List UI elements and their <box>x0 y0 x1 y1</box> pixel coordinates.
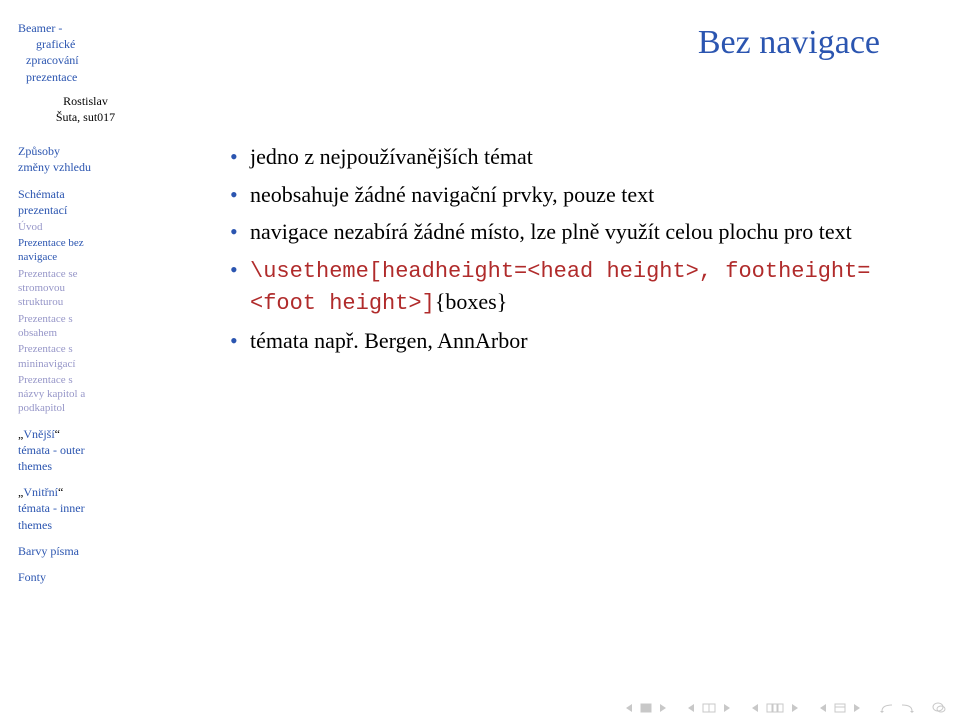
next-frame-icon[interactable] <box>722 703 732 713</box>
author-line2: Šuta, sut017 <box>18 109 153 125</box>
author: Rostislav Šuta, sut017 <box>18 93 153 125</box>
bullet-4-code: \usetheme[headheight=<head height>, foot… <box>250 259 871 316</box>
section-box-icon[interactable] <box>766 703 784 713</box>
doc-title-line2: grafické <box>18 36 153 52</box>
nav-search-group <box>932 702 946 714</box>
doc-title-line4: prezentace <box>18 69 153 85</box>
outer-word: Vnější <box>23 427 54 441</box>
bullet-list: jedno z nejpoužívanějších témat neobsahu… <box>200 142 920 356</box>
sub-strom-l3: strukturou <box>18 295 153 309</box>
sub-mini-l1: Prezentace s <box>18 342 153 356</box>
outer-q2: “ <box>55 427 60 441</box>
next-doc-icon[interactable] <box>852 703 862 713</box>
doc-title-line1: Beamer - <box>18 21 62 35</box>
inner-l3: themes <box>18 517 153 533</box>
bullet-5: témata např. Bergen, AnnArbor <box>230 326 910 356</box>
sub-bez-l1: Prezentace bez <box>18 236 153 250</box>
bullet-4: \usetheme[headheight=<head height>, foot… <box>230 255 910 318</box>
frame-box-icon[interactable] <box>702 703 716 713</box>
bullet-1: jedno z nejpoužívanějších témat <box>230 142 910 172</box>
nav-slide-group <box>624 703 668 713</box>
sub-obsah-l2: obsahem <box>18 326 153 340</box>
subsection-mininavigace[interactable]: Prezentace s mininavigací <box>18 342 153 371</box>
sidebar: Beamer - grafické zpracování prezentace … <box>0 0 165 697</box>
outer-l3: themes <box>18 458 153 474</box>
appendix-box-icon[interactable] <box>834 703 846 713</box>
main-frame: Bez navigace jedno z nejpoužívanějších t… <box>165 0 960 697</box>
nav-backforward-group <box>880 703 914 713</box>
subsection-obsah[interactable]: Prezentace s obsahem <box>18 312 153 341</box>
prev-frame-icon[interactable] <box>686 703 696 713</box>
section-schemata-l1: Schémata <box>18 186 153 202</box>
subsection-uvod[interactable]: Úvod <box>18 220 153 234</box>
slide-box-icon[interactable] <box>640 703 652 713</box>
sub-nazvy-l1: Prezentace s <box>18 373 153 387</box>
sub-mini-l2: mininavigací <box>18 357 153 371</box>
search-icon[interactable] <box>932 702 946 714</box>
doc-title-line3: zpracování <box>18 52 153 68</box>
sub-bez-l2: navigace <box>18 250 153 264</box>
bullet-3: navigace nezabírá žádné místo, lze plně … <box>230 217 910 247</box>
section-zpusoby[interactable]: Způsoby změny vzhledu <box>18 143 153 175</box>
bullet-4-post: {boxes} <box>435 289 507 314</box>
inner-word: Vnitřní <box>23 485 58 499</box>
nav-frame-group <box>686 703 732 713</box>
doc-title: Beamer - grafické zpracování prezentace <box>18 20 153 85</box>
go-back-icon[interactable] <box>880 703 894 713</box>
frame-title: Bez navigace <box>200 24 920 62</box>
frame-content: jedno z nejpoužívanějších témat neobsahu… <box>200 142 920 356</box>
section-zpusoby-l2: změny vzhledu <box>18 159 153 175</box>
subsection-nazvy[interactable]: Prezentace s názvy kapitol a podkapitol <box>18 373 153 416</box>
nav-section-group <box>750 703 800 713</box>
outer-l2: témata - outer <box>18 442 153 458</box>
section-fonty[interactable]: Fonty <box>18 569 153 585</box>
prev-doc-icon[interactable] <box>818 703 828 713</box>
section-schemata[interactable]: Schémata prezentací <box>18 186 153 218</box>
bullet-2: neobsahuje žádné navigační prvky, pouze … <box>230 180 910 210</box>
section-schemata-l2: prezentací <box>18 202 153 218</box>
sub-strom-l2: stromovou <box>18 281 153 295</box>
next-section-icon[interactable] <box>790 703 800 713</box>
author-line1: Rostislav <box>18 93 153 109</box>
sub-nazvy-l2: názvy kapitol a <box>18 387 153 401</box>
section-inner-themes[interactable]: „Vnitřní“ témata - inner themes <box>18 484 153 533</box>
next-slide-icon[interactable] <box>658 703 668 713</box>
section-zpusoby-l1: Způsoby <box>18 143 153 159</box>
nav-doc-group <box>818 703 862 713</box>
go-forward-icon[interactable] <box>900 703 914 713</box>
section-outer-themes[interactable]: „Vnější“ témata - outer themes <box>18 426 153 475</box>
nav-footer <box>0 697 960 723</box>
sub-nazvy-l3: podkapitol <box>18 401 153 415</box>
prev-section-icon[interactable] <box>750 703 760 713</box>
subsection-stromova[interactable]: Prezentace se stromovou strukturou <box>18 267 153 310</box>
subsection-bez-navigace[interactable]: Prezentace bez navigace <box>18 236 153 265</box>
inner-l2: témata - inner <box>18 500 153 516</box>
sub-obsah-l1: Prezentace s <box>18 312 153 326</box>
section-barvy[interactable]: Barvy písma <box>18 543 153 559</box>
sub-strom-l1: Prezentace se <box>18 267 153 281</box>
first-slide-icon[interactable] <box>624 703 634 713</box>
inner-q2: “ <box>58 485 63 499</box>
